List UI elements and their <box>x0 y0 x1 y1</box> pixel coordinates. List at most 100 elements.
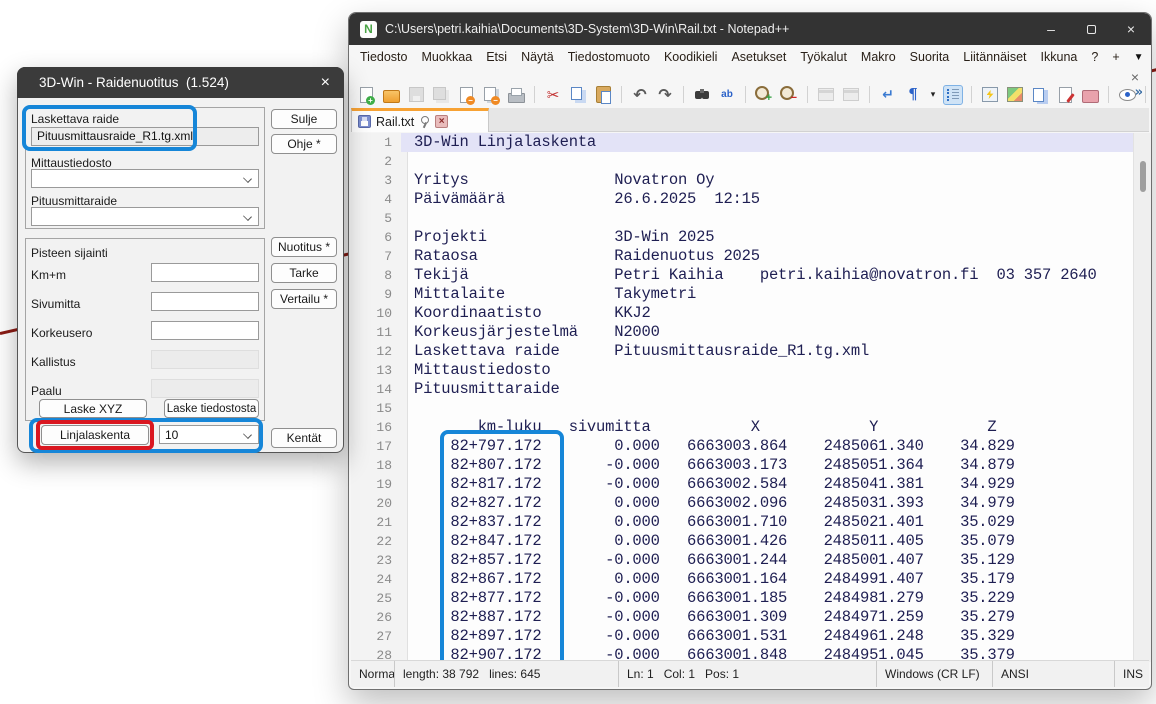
interval-combo[interactable]: 10 <box>159 425 259 444</box>
synchronize-horizontal-icon[interactable] <box>841 85 861 105</box>
vertailu-button[interactable]: Vertailu * <box>271 289 337 309</box>
laskettava-raide-field[interactable]: Pituusmittausraide_R1.tg.xml <box>31 127 259 146</box>
zoom-in-icon[interactable] <box>754 85 774 105</box>
pituusmittaraide-combo[interactable] <box>31 207 259 226</box>
function-list-icon[interactable] <box>1055 85 1075 105</box>
menu-item-suorita[interactable]: Suorita <box>903 47 957 67</box>
editor-line[interactable]: 6Projekti 3D-Win 2025 <box>351 228 1133 247</box>
editor-line[interactable]: 27 82+897.172 -0.000 6663001.531 2484961… <box>351 627 1133 646</box>
zoom-out-icon[interactable] <box>779 85 799 105</box>
editor-line[interactable]: 5 <box>351 209 1133 228</box>
document-list-icon[interactable] <box>1030 85 1050 105</box>
editor-line[interactable]: 3Yritys Novatron Oy <box>351 171 1133 190</box>
editor-line[interactable]: 22 82+847.172 0.000 6663001.426 2485011.… <box>351 532 1133 551</box>
redo-icon[interactable] <box>655 85 675 105</box>
dialog-titlebar[interactable]: 3D-Win - Raidenuotitus (1.524) × <box>17 67 344 98</box>
editor-line[interactable]: 11Korkeusjärjestelmä N2000 <box>351 323 1133 342</box>
mittaustiedosto-combo[interactable] <box>31 169 259 188</box>
notepad-titlebar[interactable]: C:\Users\petri.kaihia\Documents\3D-Syste… <box>349 13 1151 45</box>
menu-item-tiedosto[interactable]: Tiedosto <box>353 47 414 67</box>
menu-item-nyt[interactable]: Näytä <box>514 47 561 67</box>
editor-line[interactable]: 9Mittalaite Takymetri <box>351 285 1133 304</box>
editor-line[interactable]: 7Rataosa Raidenuotus 2025 <box>351 247 1133 266</box>
cut-icon[interactable] <box>543 85 563 105</box>
document-map-icon[interactable] <box>980 85 1000 105</box>
editor-line[interactable]: 13D-Win Linjalaskenta <box>351 133 1133 152</box>
dialog-close-icon[interactable]: × <box>321 75 330 91</box>
maximize-button[interactable] <box>1071 13 1111 45</box>
editor-line[interactable]: 14Pituusmittaraide <box>351 380 1133 399</box>
linjalaskenta-button[interactable]: Linjalaskenta <box>41 425 149 445</box>
undo-icon[interactable] <box>630 85 650 105</box>
open-file-icon[interactable] <box>381 85 401 105</box>
editor-line[interactable]: 12Laskettava raide Pituusmittausraide_R1… <box>351 342 1133 361</box>
editor-area[interactable]: 13D-Win Linjalaskenta23Yritys Novatron O… <box>351 133 1151 662</box>
editor-line[interactable]: 19 82+817.172 -0.000 6663002.584 2485041… <box>351 475 1133 494</box>
laske-xyz-button[interactable]: Laske XYZ <box>39 399 147 418</box>
editor-line[interactable]: 26 82+887.172 -0.000 6663001.309 2484971… <box>351 608 1133 627</box>
nuotitus-button[interactable]: Nuotitus * <box>271 237 337 257</box>
km-m-field[interactable] <box>151 263 259 282</box>
editor-line[interactable]: 13Mittaustiedosto <box>351 361 1133 380</box>
editor-line[interactable]: 2 <box>351 152 1133 171</box>
menu-item-[interactable]: ▼ <box>1127 49 1151 66</box>
laske-tiedostosta-button[interactable]: Laske tiedostosta <box>164 399 259 418</box>
menu-item-?[interactable]: ? <box>1084 47 1105 67</box>
find-icon[interactable] <box>692 85 712 105</box>
sulje-button[interactable]: Sulje <box>271 109 337 129</box>
pin-tab-icon[interactable] <box>419 115 430 128</box>
save-all-icon[interactable] <box>431 85 451 105</box>
menu-item-asetukset[interactable]: Asetukset <box>724 47 793 67</box>
editor-line[interactable]: 15 <box>351 399 1133 418</box>
folder-as-workspace-icon[interactable] <box>1080 85 1100 105</box>
menu-item-ikkuna[interactable]: Ikkuna <box>1034 47 1085 67</box>
editor-line[interactable]: 18 82+807.172 -0.000 6663003.173 2485051… <box>351 456 1133 475</box>
document-switcher-icon[interactable] <box>1005 85 1025 105</box>
paste-icon[interactable] <box>593 85 613 105</box>
menu-item-+[interactable]: + <box>1105 47 1126 67</box>
copy-icon[interactable] <box>568 85 588 105</box>
editor-line[interactable]: 16 km-luku sivumitta X Y Z <box>351 418 1133 437</box>
tab-close-icon[interactable]: × <box>435 115 448 128</box>
line-number: 26 <box>351 608 401 627</box>
line-text: Mittalaite Takymetri <box>401 285 1133 304</box>
editor-line[interactable]: 4Päivämäärä 26.6.2025 12:15 <box>351 190 1133 209</box>
scrollbar-thumb[interactable] <box>1140 161 1146 192</box>
korkeusero-field[interactable] <box>151 321 259 340</box>
tab-rail-txt[interactable]: Rail.txt × <box>351 108 489 132</box>
replace-icon[interactable] <box>717 85 737 105</box>
word-wrap-icon[interactable] <box>878 85 898 105</box>
ohje-button[interactable]: Ohje * <box>271 134 337 154</box>
menu-item-tykalut[interactable]: Työkalut <box>793 47 854 67</box>
sivumitta-field[interactable] <box>151 292 259 311</box>
menu-item-liitnniset[interactable]: Liitännäiset <box>956 47 1033 67</box>
tarke-button[interactable]: Tarke <box>271 263 337 283</box>
editor-line[interactable]: 17 82+797.172 0.000 6663003.864 2485061.… <box>351 437 1133 456</box>
menu-item-tiedostomuoto[interactable]: Tiedostomuoto <box>561 47 657 67</box>
save-icon[interactable] <box>406 85 426 105</box>
toolbar-overflow-icon[interactable]: » <box>1135 86 1143 99</box>
close-all-icon[interactable] <box>481 85 501 105</box>
menu-item-makro[interactable]: Makro <box>854 47 903 67</box>
minimize-button[interactable]: – <box>1031 13 1071 45</box>
editor-line[interactable]: 21 82+837.172 0.000 6663001.710 2485021.… <box>351 513 1133 532</box>
show-all-characters-dropdown-icon[interactable] <box>928 85 938 105</box>
close-button[interactable]: × <box>1111 13 1151 45</box>
indent-guide-icon[interactable] <box>943 85 963 105</box>
menu-item-etsi[interactable]: Etsi <box>479 47 514 67</box>
new-file-icon[interactable] <box>356 85 376 105</box>
synchronize-vertical-icon[interactable] <box>816 85 836 105</box>
editor-line[interactable]: 8Tekijä Petri Kaihia petri.kaihia@novatr… <box>351 266 1133 285</box>
editor-line[interactable]: 10Koordinaatisto KKJ2 <box>351 304 1133 323</box>
close-file-icon[interactable] <box>456 85 476 105</box>
editor-line[interactable]: 20 82+827.172 0.000 6663002.096 2485031.… <box>351 494 1133 513</box>
kentat-button[interactable]: Kentät <box>271 428 337 448</box>
editor-line[interactable]: 23 82+857.172 -0.000 6663001.244 2485001… <box>351 551 1133 570</box>
vertical-scrollbar[interactable] <box>1133 133 1151 662</box>
editor-line[interactable]: 25 82+877.172 -0.000 6663001.185 2484981… <box>351 589 1133 608</box>
menu-item-koodikieli[interactable]: Koodikieli <box>657 47 725 67</box>
show-all-characters-icon[interactable] <box>903 85 923 105</box>
menu-item-muokkaa[interactable]: Muokkaa <box>414 47 479 67</box>
editor-line[interactable]: 24 82+867.172 0.000 6663001.164 2484991.… <box>351 570 1133 589</box>
print-icon[interactable] <box>506 85 526 105</box>
